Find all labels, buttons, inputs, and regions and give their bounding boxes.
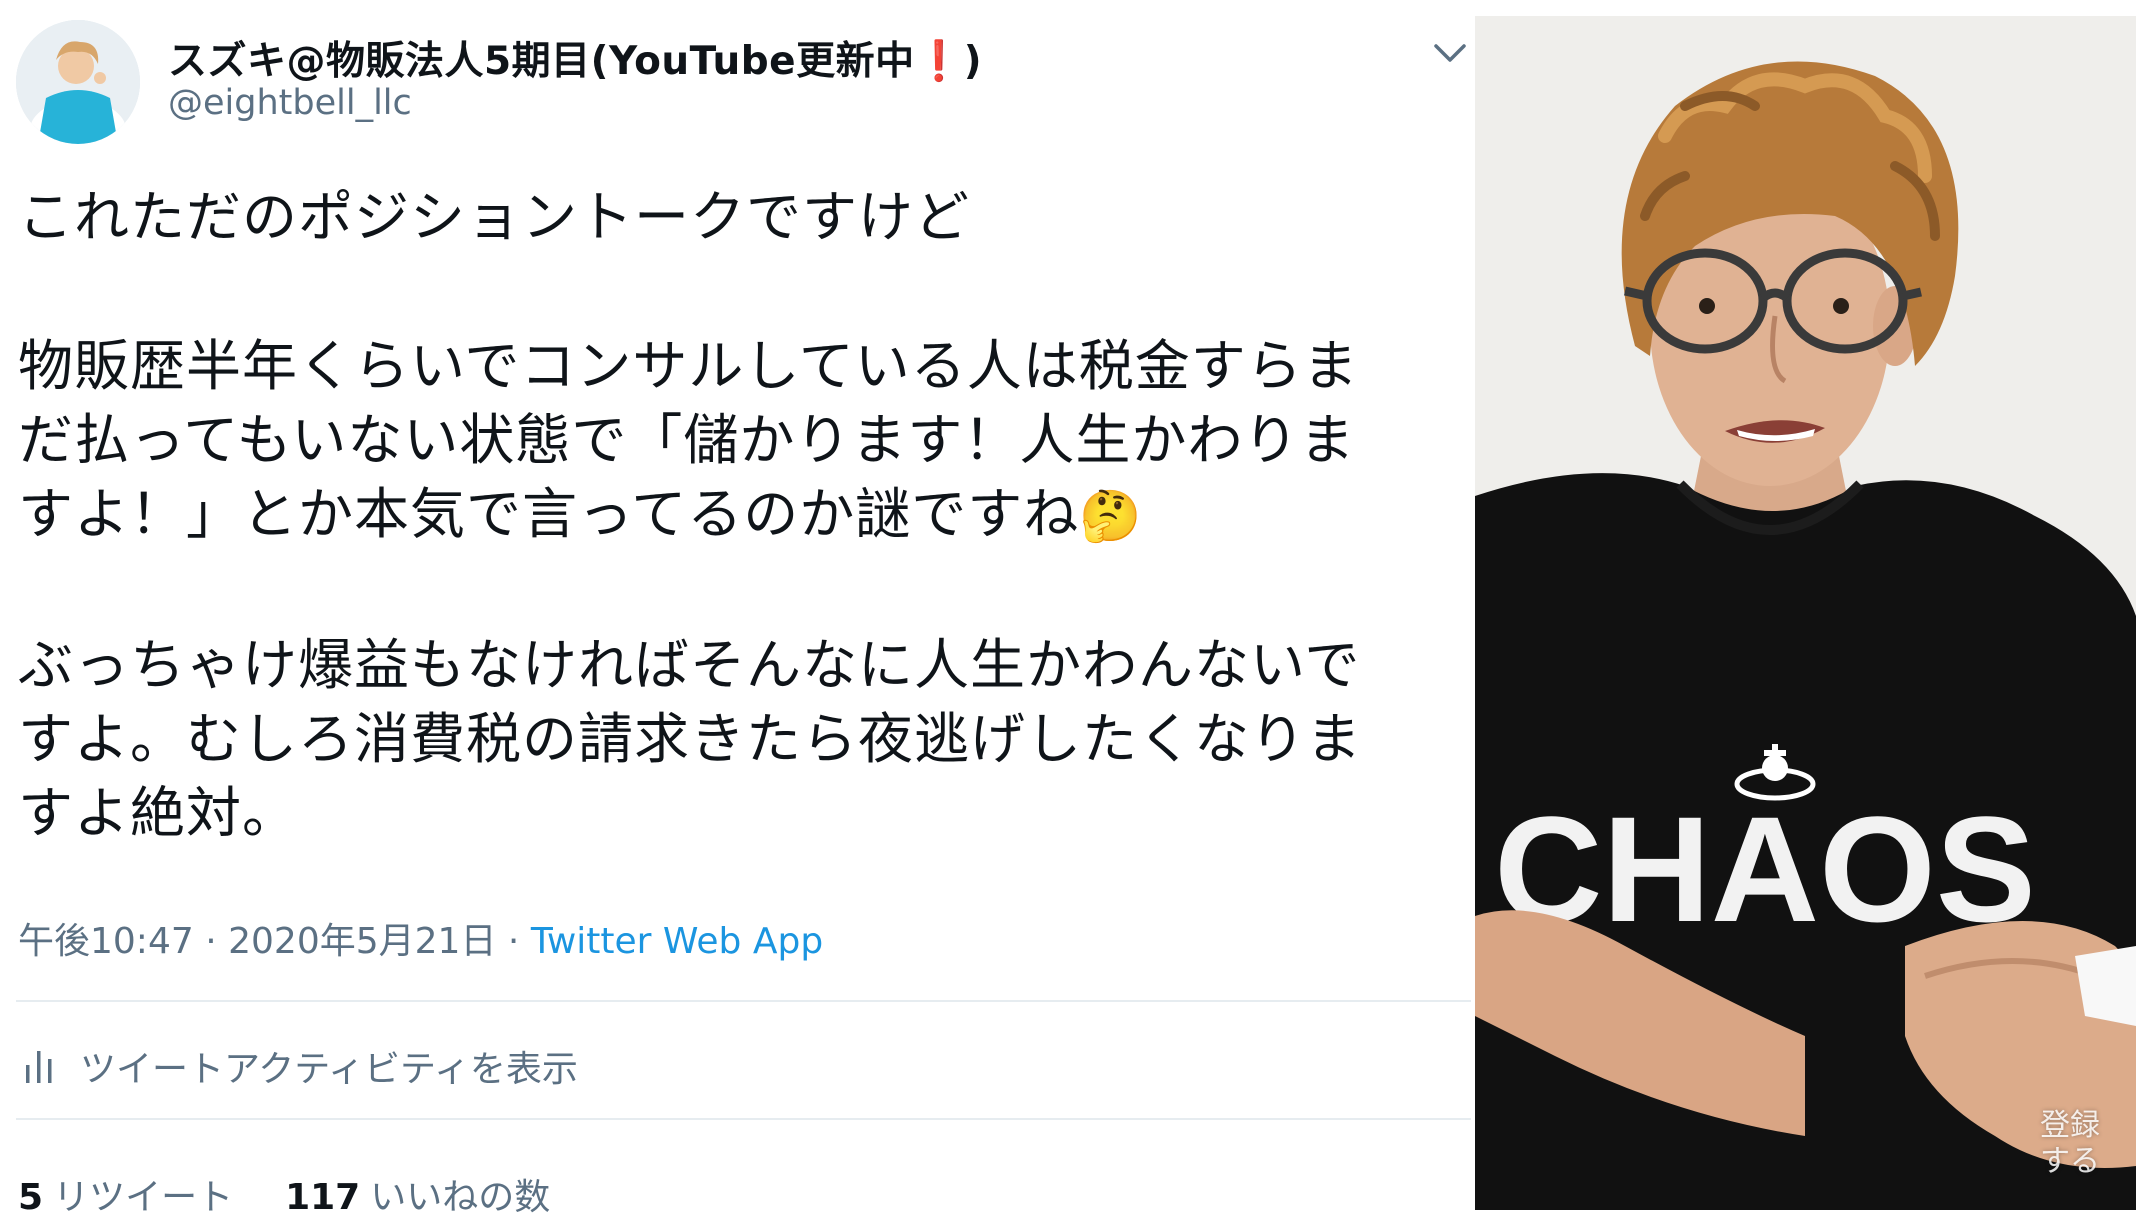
retweets-stat[interactable]: 5 リツイート <box>18 1177 233 1218</box>
retweets-count: 5 <box>18 1177 44 1218</box>
tweet-text-line: すよ絶対。 <box>18 781 299 845</box>
avatar-image <box>16 20 140 144</box>
tweet-text-line: だ払ってもいない状態で「儲かります！人生かわりま <box>18 408 1356 472</box>
likes-stat[interactable]: 117 いいねの数 <box>285 1177 550 1218</box>
presenter-image: CHAOS <box>1475 16 2136 1210</box>
divider <box>16 1000 1471 1002</box>
tweet-date[interactable]: 2020年5月21日 <box>228 921 496 962</box>
tweet-text-fragment: すよ！」とか本気で言ってるのか謎ですね <box>18 482 1080 546</box>
meta-separator: · <box>205 921 217 962</box>
tweet-panel: スズキ@物販法人5期目(YouTube更新中❗) @eightbell_llc … <box>0 0 1475 1218</box>
user-handle[interactable]: @eightbell_llc <box>168 83 412 123</box>
tweet-text: これただのポジショントークですけど 物販歴半年くらいでコンサルしている人は税金す… <box>18 180 1458 850</box>
video-frame[interactable]: CHAOS 登録する <box>1475 16 2136 1210</box>
meta-separator: · <box>507 921 520 962</box>
divider <box>16 1118 1471 1120</box>
retweets-label: リツイート <box>53 1177 234 1218</box>
subscribe-watermark[interactable]: 登録する <box>2030 1108 2110 1180</box>
tweet-time[interactable]: 午後10:47 <box>18 921 194 962</box>
tweet-activity-label: ツイートアクティビティを表示 <box>80 1049 578 1090</box>
tweet-text-line: すよ。むしろ消費税の請求きたら夜逃げしたくなりま <box>18 707 1363 771</box>
tweet-text-line: ぶっちゃけ爆益もなければそんなに人生かわんないで <box>18 633 1361 697</box>
likes-count: 117 <box>285 1177 361 1218</box>
user-avatar[interactable] <box>16 20 140 144</box>
tweet-source-link[interactable]: Twitter Web App <box>531 921 823 962</box>
tweet-stats: 5 リツイート 117 いいねの数 <box>18 1168 550 1220</box>
chevron-down-icon[interactable] <box>1430 36 1470 70</box>
display-name[interactable]: スズキ@物販法人5期目(YouTube更新中❗) <box>168 30 982 86</box>
tweet-text-line: すよ！」とか本気で言ってるのか謎ですね🤔 <box>18 477 1458 553</box>
tweet-text-line: これただのポジショントークですけど <box>18 185 971 249</box>
tweet-meta: 午後10:47 · 2020年5月21日 · Twitter Web App <box>18 912 823 964</box>
likes-label: いいねの数 <box>370 1177 551 1218</box>
tweet-text-line: 物販歴半年くらいでコンサルしている人は税金すらま <box>18 334 1359 398</box>
tweet-activity-link[interactable]: ツイートアクティビティを表示 <box>24 1040 578 1092</box>
thinking-face-emoji-icon: 🤔 <box>1079 487 1143 545</box>
bar-chart-icon <box>26 1051 52 1083</box>
